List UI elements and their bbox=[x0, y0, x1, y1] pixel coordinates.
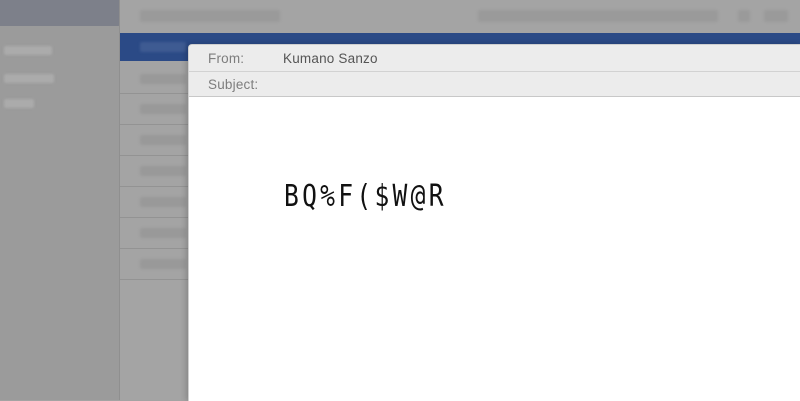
compose-window: From: Kumano Sanzo Subject: BQ%F($W@R bbox=[188, 44, 800, 401]
background-row-text bbox=[140, 104, 186, 114]
background-toolbar-block bbox=[478, 10, 718, 22]
background-sidebar-header bbox=[0, 0, 120, 26]
background-toolbar-block bbox=[764, 10, 788, 22]
message-body[interactable]: BQ%F($W@R bbox=[189, 97, 800, 401]
background-selected-row-text bbox=[140, 42, 186, 52]
background-row-text bbox=[140, 228, 186, 238]
background-row-text bbox=[140, 166, 186, 176]
background-sidebar bbox=[0, 0, 120, 400]
background-row-text bbox=[140, 259, 186, 269]
background-toolbar-block bbox=[140, 10, 280, 22]
background-row-text bbox=[140, 74, 186, 84]
background-sidebar-item bbox=[4, 46, 52, 55]
subject-row: Subject: bbox=[189, 72, 800, 97]
background-sidebar-item bbox=[4, 74, 54, 83]
message-body-text: BQ%F($W@R bbox=[284, 179, 447, 214]
background-row-text bbox=[140, 135, 186, 145]
background-toolbar-block bbox=[738, 10, 750, 22]
from-value[interactable]: Kumano Sanzo bbox=[283, 51, 378, 66]
background-row-text bbox=[140, 197, 186, 207]
subject-field[interactable] bbox=[275, 75, 779, 95]
subject-label: Subject: bbox=[208, 76, 259, 92]
from-label: From: bbox=[208, 50, 245, 66]
background-sidebar-item bbox=[4, 99, 34, 108]
from-row[interactable]: From: Kumano Sanzo bbox=[189, 45, 800, 72]
